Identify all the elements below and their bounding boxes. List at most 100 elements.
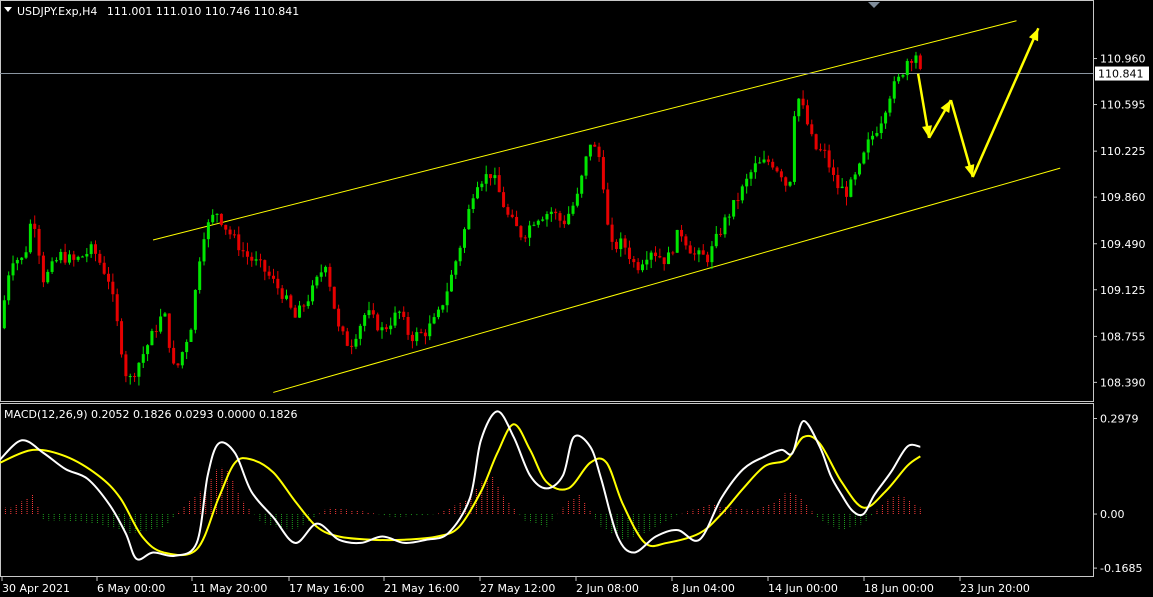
candle-body: [293, 307, 297, 318]
candle-body: [128, 376, 132, 378]
candle-body: [389, 325, 393, 330]
candle-body: [371, 310, 375, 315]
candle-body: [180, 352, 184, 366]
candle-body: [840, 186, 844, 189]
candle-body: [280, 288, 284, 299]
candle-body: [345, 331, 349, 346]
candle-body: [211, 214, 215, 223]
candle-body: [788, 181, 792, 186]
candle-body: [627, 247, 631, 260]
candle-body: [493, 175, 497, 179]
candle-body: [11, 263, 15, 276]
candle-body: [797, 98, 801, 117]
candle-body: [640, 264, 644, 271]
candle-body: [332, 286, 336, 309]
candle-body: [810, 124, 814, 135]
candle-body: [111, 281, 115, 295]
candle-body: [306, 301, 310, 307]
candle-body: [502, 192, 506, 208]
time-tick-label: 27 May 12:00: [480, 582, 555, 595]
candle-body: [285, 295, 289, 299]
price-tick-label: 108.755: [1100, 330, 1146, 343]
candle-body: [24, 252, 28, 258]
price-tick-label: 110.595: [1100, 99, 1146, 112]
candle-body: [393, 312, 397, 326]
candle: [732, 200, 736, 220]
candle-body: [376, 314, 380, 331]
candle-body: [350, 345, 354, 347]
time-tick-label: 14 Jun 00:00: [768, 582, 838, 595]
candle-body: [784, 177, 788, 186]
candle-body: [836, 174, 840, 189]
candle: [858, 162, 862, 177]
candle-body: [541, 219, 545, 221]
time-tick-label: 2 Jun 08:00: [576, 582, 639, 595]
candle-body: [758, 162, 762, 164]
candle-body: [141, 354, 145, 363]
candle-body: [597, 146, 601, 158]
candle-body: [879, 123, 883, 134]
candle-body: [250, 256, 254, 261]
candle-body: [315, 276, 319, 286]
candle: [918, 53, 922, 71]
candle-body: [449, 274, 453, 292]
candle-body: [85, 254, 89, 257]
candle-body: [862, 152, 866, 164]
candle-body: [489, 174, 493, 179]
candle-body: [584, 156, 588, 176]
candle-body: [406, 316, 410, 335]
candle-body: [37, 228, 41, 256]
candle-body: [267, 271, 271, 276]
candle-body: [150, 331, 154, 346]
candle-body: [562, 220, 566, 225]
candle-body: [458, 247, 462, 262]
candle-body: [384, 327, 388, 330]
candle-body: [76, 256, 80, 260]
candle-body: [480, 183, 484, 188]
candle-body: [254, 259, 258, 261]
candle-body: [892, 81, 896, 99]
candle-body: [688, 245, 692, 254]
candle-body: [245, 251, 249, 257]
candle-body: [98, 253, 102, 263]
candle: [332, 286, 336, 310]
candle-body: [163, 313, 167, 317]
candle-body: [462, 229, 466, 248]
candle: [219, 213, 223, 227]
candle-body: [528, 225, 532, 238]
candle-body: [554, 211, 558, 214]
candle-body: [792, 116, 796, 182]
candle-body: [649, 252, 653, 260]
candle-body: [454, 261, 458, 275]
candle-body: [884, 112, 888, 124]
candle-body: [814, 134, 818, 150]
price-tick-label: 108.390: [1100, 376, 1146, 389]
candle-body: [897, 76, 901, 82]
candle: [723, 214, 727, 238]
candle-body: [680, 229, 684, 237]
candle-body: [380, 327, 384, 331]
candle: [2, 295, 6, 330]
candle-body: [50, 261, 54, 272]
candle-body: [723, 217, 727, 235]
candle: [120, 318, 124, 358]
candle-body: [176, 363, 180, 366]
candle: [792, 111, 796, 185]
time-tick-label: 11 May 20:00: [192, 582, 267, 595]
candle-body: [888, 98, 892, 113]
candle-body: [363, 315, 367, 326]
candle-body: [228, 229, 232, 235]
candle-body: [167, 313, 171, 348]
candle-body: [67, 254, 71, 263]
candle: [862, 151, 866, 165]
candle-body: [606, 189, 610, 225]
candle: [675, 229, 679, 253]
candle-body: [827, 150, 831, 168]
candle-body: [436, 309, 440, 318]
candle-body: [823, 149, 827, 151]
candle-body: [571, 205, 575, 214]
current-price-label: 110.841: [1098, 68, 1144, 81]
candle-body: [28, 223, 32, 253]
candle-body: [232, 234, 236, 236]
candle-body: [224, 224, 228, 230]
